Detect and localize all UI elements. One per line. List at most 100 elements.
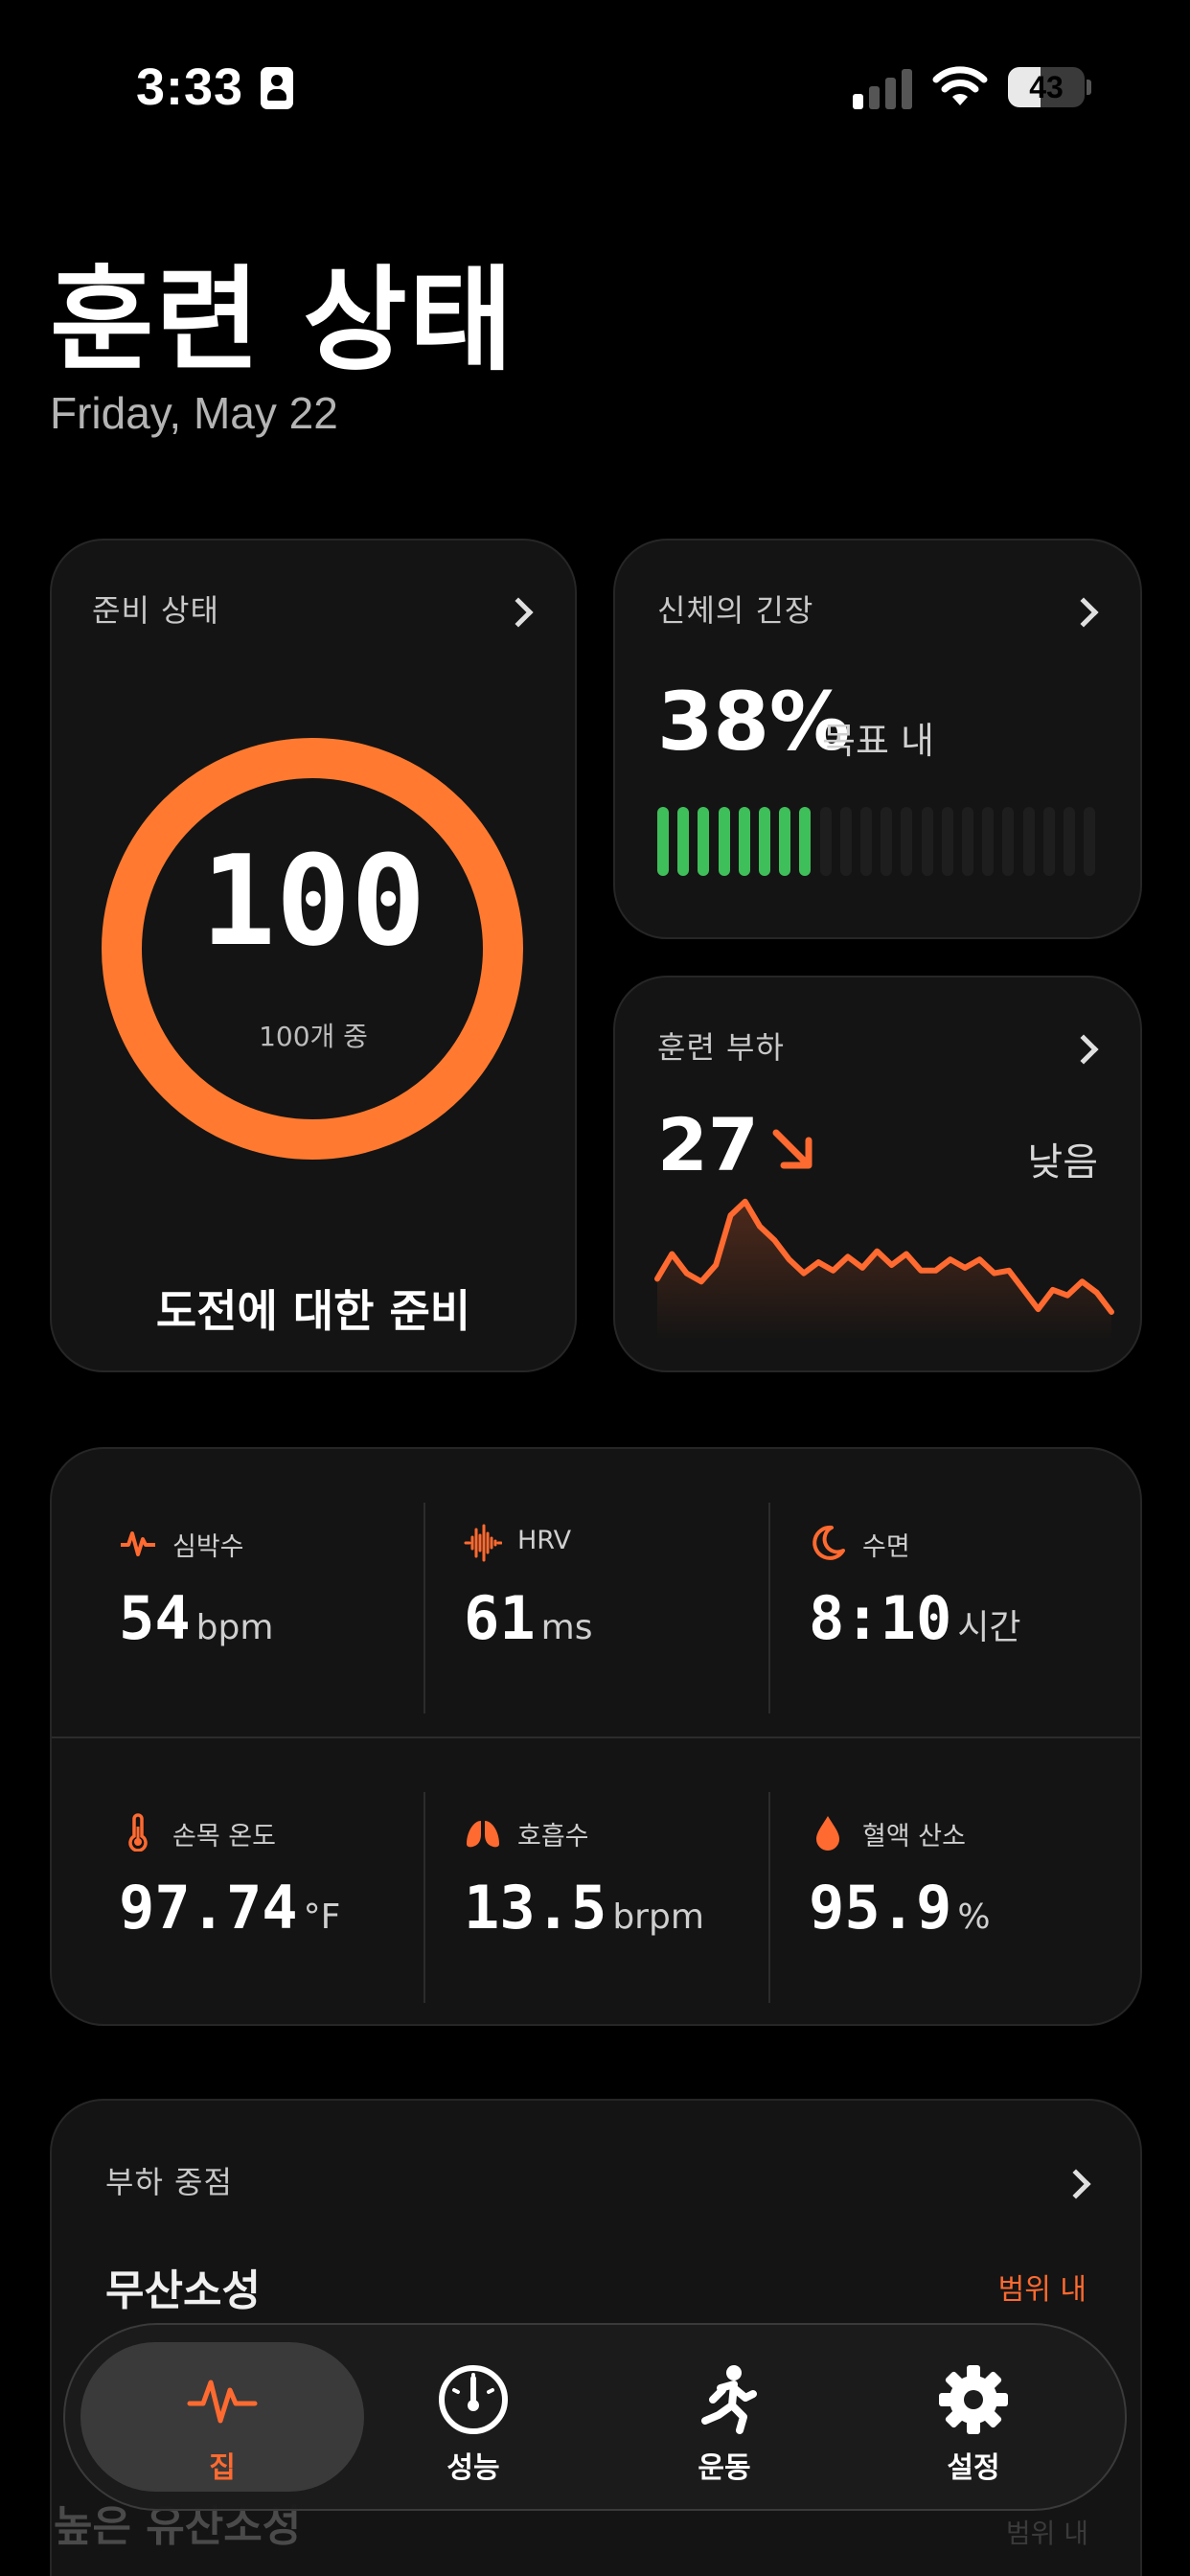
tab-settings[interactable]: 설정 (832, 2342, 1115, 2492)
load-focus-item-status: 범위 내 (1005, 2518, 1088, 2549)
focus-person-icon (261, 67, 293, 109)
metric-number: 8:10 (809, 1583, 952, 1653)
gear-icon (939, 2365, 1008, 2434)
metric-hrv[interactable]: HRV 61 ms (464, 1524, 790, 1735)
metric-blood-oxygen[interactable]: 혈액 산소 95.9% (809, 1813, 1134, 2024)
lungs-icon (467, 1821, 499, 1848)
strain-status: 목표 내 (822, 720, 934, 762)
status-bar: 3:33 43 (0, 0, 1190, 172)
metric-value: 97.74 °F (119, 1873, 340, 1943)
training-load-sparkline (654, 1198, 1114, 1342)
strain-value: 38% (657, 675, 851, 769)
metric-unit: bpm (195, 1608, 274, 1647)
strain-bar (657, 807, 669, 876)
thermometer-icon (128, 1813, 148, 1852)
strain-bar (819, 807, 832, 876)
chevron-right-icon (1061, 2169, 1091, 2199)
page-date: Friday, May 22 (50, 388, 338, 438)
strain-bar (839, 807, 852, 876)
sparkline-area (657, 1201, 1111, 1342)
gauge-icon (439, 2365, 508, 2434)
metric-number: 61 (464, 1583, 536, 1653)
chevron-right-icon (1068, 597, 1099, 628)
wifi-icon (932, 66, 988, 105)
strain-bar (860, 807, 872, 876)
strain-bar (941, 807, 953, 876)
metric-unit: ms (540, 1608, 593, 1647)
battery-icon: 43 (1008, 67, 1085, 107)
metric-value: 95.9% (809, 1873, 991, 1943)
battery-tip (1087, 80, 1091, 95)
runner-icon (701, 2365, 757, 2434)
readiness-caption: 도전에 대한 준비 (155, 1285, 471, 1337)
strain-bar (1022, 807, 1035, 876)
strain-bar (698, 807, 710, 876)
metric-label: 혈액 산소 (862, 1822, 966, 1852)
cellular-signal-icon (853, 67, 914, 109)
metric-label: HRV (517, 1526, 572, 1555)
drop-icon (816, 1816, 839, 1851)
training-load-level: 낮음 (1027, 1140, 1098, 1184)
chevron-right-icon (1068, 1034, 1099, 1065)
strain-bar (1064, 807, 1075, 876)
metric-number: 54 (119, 1583, 191, 1653)
metric-unit: brpm (612, 1898, 704, 1937)
metric-label: 심박수 (172, 1532, 244, 1562)
metric-number: 97.74 (119, 1873, 298, 1943)
waveform-icon (464, 1524, 502, 1562)
metrics-divider (52, 1736, 1140, 1738)
tab-performance[interactable]: 성능 (332, 2342, 615, 2492)
tab-label: 집 (209, 2451, 236, 2485)
metric-unit: % (957, 1898, 991, 1937)
pulse-icon (187, 2380, 258, 2424)
readiness-card[interactable]: 준비 상태 100 100개 중 도전에 대한 준비 (50, 539, 577, 1372)
down-right-arrow-icon (772, 1129, 812, 1169)
tab-bar: 집 성능 운동 설정 (63, 2323, 1127, 2511)
training-load-value: 27 (657, 1102, 759, 1187)
metric-sleep[interactable]: 수면 8:10 시간 (809, 1524, 1134, 1735)
metric-number: 13.5 (464, 1873, 607, 1943)
strain-bar (738, 807, 750, 876)
load-focus-item-status: 범위 내 (997, 2273, 1087, 2307)
page-title: 훈련 상태 (50, 254, 515, 386)
metric-heart-rate[interactable]: 심박수 54 bpm (119, 1524, 445, 1735)
load-focus-item-name: 무산소성 (105, 2266, 261, 2315)
load-focus-label: 부하 중점 (105, 2164, 233, 2200)
readiness-label: 준비 상태 (92, 592, 219, 629)
strain-label: 신체의 긴장 (657, 592, 814, 629)
heart-pulse-icon (121, 1531, 155, 1556)
metric-unit: 시간 (957, 1608, 1021, 1647)
strain-bar (799, 807, 812, 876)
readiness-score-sub: 100개 중 (259, 1021, 368, 1052)
strain-bar (718, 807, 730, 876)
tab-label: 성능 (446, 2451, 500, 2485)
strain-bar (1042, 807, 1055, 876)
strain-bar (1084, 807, 1096, 876)
training-load-card[interactable]: 훈련 부하 27 낮음 (613, 976, 1142, 1372)
strain-bar (921, 807, 933, 876)
strain-bar (1002, 807, 1015, 876)
metric-respiratory-rate[interactable]: 호흡수 13.5 brpm (464, 1813, 790, 2024)
health-metrics-card: 심박수 54 bpm HRV 61 ms 수면 8:10 시간 손목 온도 97.74… (50, 1447, 1142, 2026)
metric-label: 호흡수 (517, 1822, 589, 1852)
metric-label: 손목 온도 (172, 1822, 276, 1852)
battery-level: 43 (1029, 70, 1064, 104)
strain-card[interactable]: 신체의 긴장 38% 목표 내 (613, 539, 1142, 939)
tab-workout[interactable]: 운동 (583, 2342, 866, 2492)
strain-bar (677, 807, 690, 876)
metric-value: 8:10 시간 (809, 1583, 1021, 1653)
tab-home[interactable]: 집 (80, 2342, 364, 2492)
status-time: 3:33 (136, 58, 244, 116)
strain-bar (901, 807, 913, 876)
strain-bar (759, 807, 770, 876)
chevron-right-icon (503, 597, 534, 628)
metric-number: 95.9 (809, 1873, 952, 1943)
metric-value: 13.5 brpm (464, 1873, 704, 1943)
metric-value: 61 ms (464, 1583, 592, 1653)
metric-wrist-temperature[interactable]: 손목 온도 97.74 °F (119, 1813, 445, 2024)
strain-bar (982, 807, 995, 876)
strain-bar (779, 807, 791, 876)
metric-value: 54 bpm (119, 1583, 273, 1653)
tab-label: 설정 (947, 2451, 1000, 2485)
readiness-score: 100 (200, 828, 426, 974)
